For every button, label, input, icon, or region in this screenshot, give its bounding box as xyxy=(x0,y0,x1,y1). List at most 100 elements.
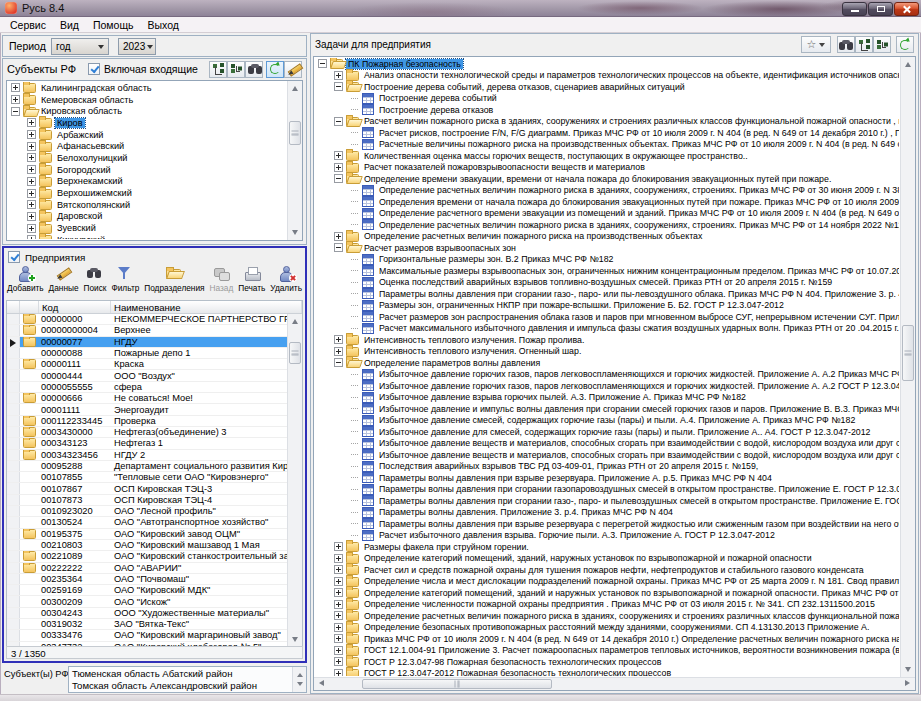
table-row[interactable]: 00259169ОАО "Кировский МДК" xyxy=(7,585,287,596)
tree-item[interactable]: Зуевский xyxy=(8,222,286,234)
tree-item[interactable]: Определение расчетных величин пожарного … xyxy=(315,231,899,243)
expander-icon[interactable] xyxy=(334,82,343,91)
tree-item[interactable]: Избыточное давление взрыва горючих пылей… xyxy=(315,392,899,404)
tree-item[interactable]: Построение дерева событий, дерева отказо… xyxy=(315,81,899,93)
tree-item[interactable]: Анализ опасности технологической среды и… xyxy=(315,70,899,82)
tree-item[interactable]: Избыточное давление горючих газов, паров… xyxy=(315,369,899,381)
expander-icon[interactable] xyxy=(334,588,343,597)
filter-button[interactable]: Фильтр xyxy=(110,265,140,298)
scroll-up-icon[interactable] xyxy=(901,57,916,72)
scrollbar-thumb[interactable] xyxy=(902,325,914,381)
refresh-button[interactable] xyxy=(896,36,914,53)
expander-icon[interactable] xyxy=(334,600,343,609)
tree-item[interactable]: Размеры зон, ограниченных НКПР при пожар… xyxy=(315,300,899,312)
expander-icon[interactable] xyxy=(27,224,36,233)
tree-item[interactable]: Количественная оценка массы горючих веще… xyxy=(315,150,899,162)
expander-icon[interactable] xyxy=(334,611,343,620)
expander-icon[interactable] xyxy=(318,59,327,68)
tree-item[interactable]: Кикнурский xyxy=(8,234,286,239)
maximize-button[interactable] xyxy=(868,2,893,16)
expander-icon[interactable] xyxy=(334,634,343,643)
menu-item-Помощь[interactable]: Помощь xyxy=(86,18,141,32)
tasks-tree-hscrollbar[interactable] xyxy=(314,677,915,690)
tree-item[interactable]: Кировская область xyxy=(8,105,286,117)
tree-item[interactable]: Расчет рисков, построение F/N, F/G диагр… xyxy=(315,127,899,139)
tree-item[interactable]: Расчет размеров взрывоопасных зон xyxy=(315,242,899,254)
tree-item[interactable]: Киров xyxy=(8,117,286,129)
tree-item[interactable]: Определение расчетных величин пожарного … xyxy=(315,610,899,622)
tree-item[interactable]: Расчетные величины пожарного риска на пр… xyxy=(315,139,899,151)
expander-icon[interactable] xyxy=(334,554,343,563)
table-row[interactable]: 00300209ОАО "Искож" xyxy=(7,596,287,607)
expander-icon[interactable] xyxy=(334,335,343,344)
tree-item[interactable]: Приказ МЧС РФ от 10 июля 2009 г. N 404 (… xyxy=(315,633,899,645)
tree-item[interactable]: Горизонтальные размеры зон. В.2 Приказ М… xyxy=(315,254,899,266)
scroll-left-icon[interactable] xyxy=(314,677,329,691)
tasks-tree-vscrollbar[interactable] xyxy=(900,57,915,677)
expander-icon[interactable] xyxy=(27,153,36,162)
table-row[interactable]: 00333476ОАО "Кировский маргариновый заво… xyxy=(7,630,287,641)
scroll-up-icon[interactable] xyxy=(288,81,303,96)
expander-icon[interactable] xyxy=(334,347,343,356)
tree-item[interactable]: Избыточное давление для смесей, содержащ… xyxy=(315,426,899,438)
tree-item[interactable]: Расчет показателей пожаровзрывоопасности… xyxy=(315,162,899,174)
tree-item[interactable]: Параметры волны давления при взрыве резе… xyxy=(315,518,899,530)
tree-item[interactable]: Избыточное давление смесей, содержащих г… xyxy=(315,415,899,427)
tree-item[interactable]: Параметры волны давления при сгорании га… xyxy=(315,484,899,496)
list-scroll-arrows[interactable] xyxy=(292,667,306,692)
tree-item[interactable]: Построение дерева отказов xyxy=(315,104,899,116)
search-button[interactable] xyxy=(245,61,263,78)
expander-icon[interactable] xyxy=(27,200,36,209)
tree-item[interactable]: Определение категорий помещений, зданий,… xyxy=(315,553,899,565)
expander-icon[interactable] xyxy=(334,657,343,666)
tree-item[interactable]: Расчет размеров зон распространения обла… xyxy=(315,311,899,323)
tree-item[interactable]: Афанасьевский xyxy=(8,140,286,152)
table-row[interactable]: 000343123Нефтегаз 1 xyxy=(7,438,287,449)
tree-item[interactable]: Кемеровская область xyxy=(8,94,286,106)
minimize-button[interactable] xyxy=(842,2,867,16)
collapse-tree-button[interactable] xyxy=(227,61,245,78)
table-row[interactable]: 0003430000Нефтегаз(объединение) 3 xyxy=(7,427,287,438)
favorites-button[interactable]: ☆ xyxy=(801,36,831,53)
expander-icon[interactable] xyxy=(334,117,343,126)
tree-item[interactable]: Избыточное давление и импульс волны давл… xyxy=(315,403,899,415)
tree-item[interactable]: Параметры волны давления при сгорании га… xyxy=(315,288,899,300)
period-type-select[interactable]: год xyxy=(51,38,109,55)
table-row[interactable]: 00000444ООО "Воздух" xyxy=(7,370,287,381)
table-row[interactable]: 00130524ОАО "Автотранспортное хозяйство" xyxy=(7,517,287,528)
expander-icon[interactable] xyxy=(334,71,343,80)
list-item[interactable]: Томская область Александровский район xyxy=(69,679,306,691)
table-row[interactable]: 0000055555сфера xyxy=(7,382,287,393)
tree-item[interactable]: Параметры волны давления при сгорании га… xyxy=(315,495,899,507)
scrollbar-thumb[interactable] xyxy=(362,679,552,689)
expander-icon[interactable] xyxy=(334,163,343,172)
refresh-button[interactable] xyxy=(266,61,284,78)
expander-icon[interactable] xyxy=(27,189,36,198)
tree-item[interactable]: Определение расчетного времени эвакуации… xyxy=(315,208,899,220)
table-row[interactable]: 00034323456НГДУ 2 xyxy=(7,450,287,461)
tree-item[interactable]: Расчет величин пожарного риска в зданиях… xyxy=(315,116,899,128)
table-row[interactable]: 00107855"Тепловые сети ОАО "Кировэнерго" xyxy=(7,472,287,483)
expander-icon[interactable] xyxy=(334,174,343,183)
close-button[interactable] xyxy=(894,2,919,16)
tree-item[interactable]: Расчет сил и средств пожарной охраны для… xyxy=(315,564,899,576)
table-row[interactable]: 00000088Пожарные депо 1 xyxy=(7,348,287,359)
menu-item-Вид[interactable]: Вид xyxy=(53,18,86,32)
table-row[interactable]: 00222222ОАО "АВАРИИ" xyxy=(7,563,287,574)
tree-item[interactable]: Определение численности пожарной охраны … xyxy=(315,599,899,611)
table-row[interactable]: 0010923020ОАО "Лесной профиль" xyxy=(7,506,287,517)
tree-item[interactable]: Богородский xyxy=(8,164,286,176)
scrollbar-thumb[interactable] xyxy=(289,121,301,145)
tree-item[interactable]: ГОСТ Р 12.3.047-2012 Пожарная безопаснос… xyxy=(315,668,899,677)
tree-item[interactable]: Определение расчетных величин пожарного … xyxy=(315,185,899,197)
expander-icon[interactable] xyxy=(27,142,36,151)
tree-item[interactable]: Максимальные размеры взрывоопасных зон, … xyxy=(315,265,899,277)
subdivisions-folder-button[interactable]: Подразделения xyxy=(143,265,205,298)
table-row[interactable]: 00000111Краска xyxy=(7,359,287,370)
tree-item[interactable]: Определение расчетных величин пожарного … xyxy=(315,219,899,231)
scrollbar-thumb[interactable] xyxy=(289,342,301,364)
tree-item[interactable]: Арбажский xyxy=(8,129,286,141)
tree-item[interactable]: Расчет избыточного давления взрыва. Горю… xyxy=(315,530,899,542)
table-row[interactable]: 000112233445Проверка xyxy=(7,416,287,427)
tree-item[interactable]: Расчет максимального избыточного давлени… xyxy=(315,323,899,335)
